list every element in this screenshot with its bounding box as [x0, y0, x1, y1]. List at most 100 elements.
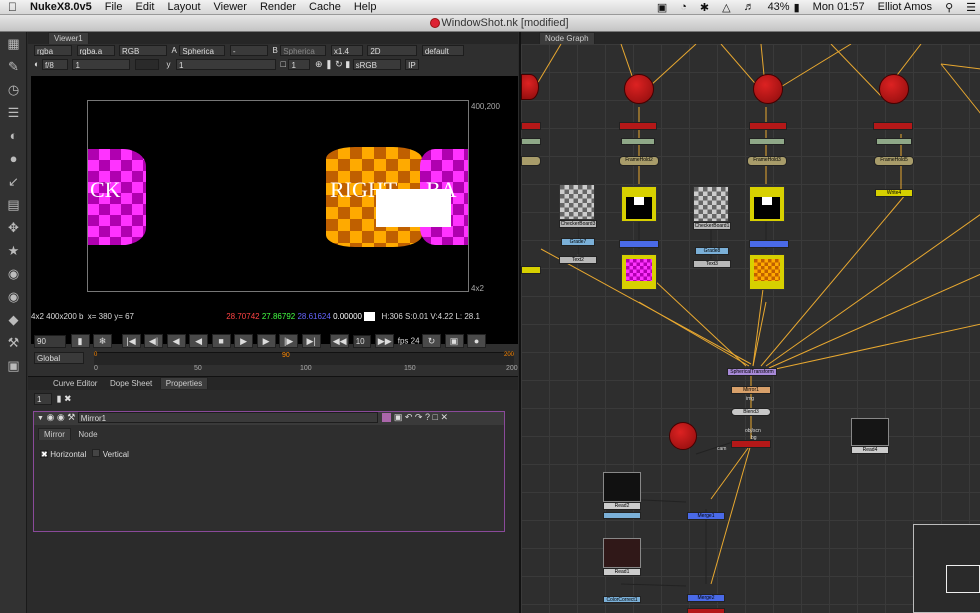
timeline-range-dropdown[interactable]: Global: [34, 352, 84, 364]
merge-node-2[interactable]: Merge2: [687, 594, 725, 602]
spherical-transform-node[interactable]: SphericalTransform: [727, 368, 777, 376]
stop-button[interactable]: ■: [211, 334, 231, 348]
pause-icon[interactable]: ❚: [325, 59, 333, 69]
tab-curve-editor[interactable]: Curve Editor: [48, 378, 102, 390]
wifi-icon[interactable]: △: [722, 1, 730, 14]
flipbook-icon[interactable]: ▣: [444, 334, 464, 348]
menu-viewer[interactable]: Viewer: [214, 1, 247, 13]
time-tool-icon[interactable]: ◷: [0, 78, 27, 101]
scanline-node-0[interactable]: [521, 122, 541, 130]
checkerboard-node-1[interactable]: [559, 184, 595, 220]
reformat-node-0[interactable]: [521, 138, 541, 145]
lock-panels-icon[interactable]: ✖: [64, 393, 72, 403]
playhead[interactable]: 90: [282, 352, 290, 359]
merge-node-b[interactable]: [749, 240, 789, 248]
loop-icon[interactable]: ↻: [422, 334, 442, 348]
text-node-2[interactable]: Text3: [693, 260, 731, 268]
views-tool-icon[interactable]: ◉: [0, 262, 27, 285]
transform-tool-icon[interactable]: ✥: [0, 216, 27, 239]
gamma-field[interactable]: 1: [176, 59, 277, 71]
proxy-dropdown[interactable]: 1: [288, 59, 311, 71]
reformat-node-2[interactable]: [749, 138, 785, 145]
skip-forward-button[interactable]: ▶▶: [375, 334, 395, 348]
grade-node-1[interactable]: Grade7: [561, 238, 595, 246]
roi-icon[interactable]: □: [281, 59, 286, 69]
grade-node-2[interactable]: Grade8: [695, 247, 729, 255]
b-input-dropdown[interactable]: Spherica: [280, 45, 327, 57]
scanline-node-1[interactable]: [619, 122, 657, 130]
node-canvas[interactable]: FrameHold2 FrameHold3 FrameHold5 Checker…: [521, 44, 980, 613]
next-key-button[interactable]: |▶: [279, 334, 299, 348]
play-forward-button[interactable]: ▶: [234, 334, 254, 348]
close-props-icon[interactable]: ✕: [440, 412, 448, 422]
gain-slider[interactable]: [134, 59, 159, 71]
merge-node-a[interactable]: [619, 240, 659, 248]
step-field[interactable]: 10: [352, 334, 371, 348]
view-mode-dropdown[interactable]: 2D: [367, 45, 418, 57]
framehold-node-3[interactable]: FrameHold5: [874, 156, 914, 166]
menu-render[interactable]: Render: [260, 1, 296, 13]
menu-file[interactable]: File: [105, 1, 123, 13]
prev-frame-button[interactable]: ◀: [166, 334, 186, 348]
first-frame-button[interactable]: |◀: [121, 334, 141, 348]
navigator-minimap[interactable]: [913, 524, 980, 613]
read-node-3[interactable]: [851, 418, 889, 446]
skip-back-button[interactable]: ◀◀: [330, 334, 350, 348]
furnace-tool-icon[interactable]: ▣: [0, 354, 27, 377]
reformat-node-1[interactable]: [621, 138, 655, 145]
undo-icon[interactable]: ↶: [405, 412, 413, 422]
max-panels-field[interactable]: 1: [34, 393, 52, 405]
menu-cache[interactable]: Cache: [309, 1, 341, 13]
prev-key-button[interactable]: ◀|: [144, 334, 164, 348]
float-icon[interactable]: □: [433, 412, 438, 422]
lut-dropdown[interactable]: default: [421, 45, 464, 57]
viewer-canvas[interactable]: CK RIGHT BA 400,200 4x2: [31, 76, 518, 344]
clock[interactable]: Mon 01:57: [813, 1, 865, 13]
screenshot-icon[interactable]: ▣: [657, 1, 667, 14]
draw-tool-icon[interactable]: ✎: [0, 55, 27, 78]
grade-node-3[interactable]: [603, 512, 641, 519]
scanline-node-4[interactable]: [731, 440, 771, 448]
write-node-3[interactable]: [621, 254, 657, 290]
toolsets-icon[interactable]: ◆: [0, 308, 27, 331]
checkerboard-node-2[interactable]: [693, 186, 729, 222]
camera-node-1[interactable]: [521, 74, 539, 100]
display-dropdown[interactable]: sRGB: [352, 59, 401, 71]
next-frame-button[interactable]: ▶: [256, 334, 276, 348]
battery-text[interactable]: 43%: [768, 1, 790, 13]
node-color-icon[interactable]: [382, 413, 392, 423]
read-node-2[interactable]: [603, 538, 641, 568]
search-icon[interactable]: ⚲: [945, 1, 953, 14]
refresh-icon[interactable]: ↻: [335, 59, 343, 69]
camera-node-4[interactable]: [879, 74, 909, 104]
text-node-0[interactable]: [521, 266, 541, 274]
scanline-node-3[interactable]: [873, 122, 913, 130]
horizontal-checkbox[interactable]: ✖: [40, 450, 48, 459]
record-icon[interactable]: ●: [467, 334, 487, 348]
filter-tool-icon[interactable]: ●: [0, 147, 27, 170]
menu-edit[interactable]: Edit: [136, 1, 155, 13]
tab-properties[interactable]: Properties: [159, 377, 209, 389]
clear-panels-icon[interactable]: ▮: [57, 393, 62, 403]
a-input-dropdown[interactable]: Spherica: [179, 45, 226, 57]
image-tool-icon[interactable]: ▦: [0, 32, 27, 55]
snowflake-icon[interactable]: ❄: [93, 334, 113, 348]
channels-dropdown[interactable]: rgba: [34, 45, 72, 57]
app-menu[interactable]: NukeX8.0v5: [30, 1, 92, 13]
tab-mirror[interactable]: Mirror: [38, 428, 71, 440]
other-tool-icon[interactable]: ⚒: [0, 331, 27, 354]
timeline[interactable]: Global 0 90 200 0 50 100 150 200: [34, 352, 518, 374]
gain-field[interactable]: 1: [72, 59, 131, 71]
colorcorrect-node[interactable]: ColorCorrect1: [603, 596, 641, 603]
lock-frame-icon[interactable]: ▮: [70, 334, 90, 348]
aperture-icon[interactable]: ◐: [34, 59, 39, 69]
wipe-dropdown[interactable]: -: [229, 45, 268, 57]
colorspace-dropdown[interactable]: RGB: [119, 45, 168, 57]
text-node-1[interactable]: Text2: [559, 256, 597, 264]
framehold-node-2[interactable]: FrameHold3: [747, 156, 787, 166]
menu-layout[interactable]: Layout: [167, 1, 200, 13]
read-node-1[interactable]: [603, 472, 641, 502]
3d-tool-icon[interactable]: ★: [0, 239, 27, 262]
write-node-1[interactable]: [621, 186, 657, 222]
write-node-4[interactable]: [749, 254, 785, 290]
